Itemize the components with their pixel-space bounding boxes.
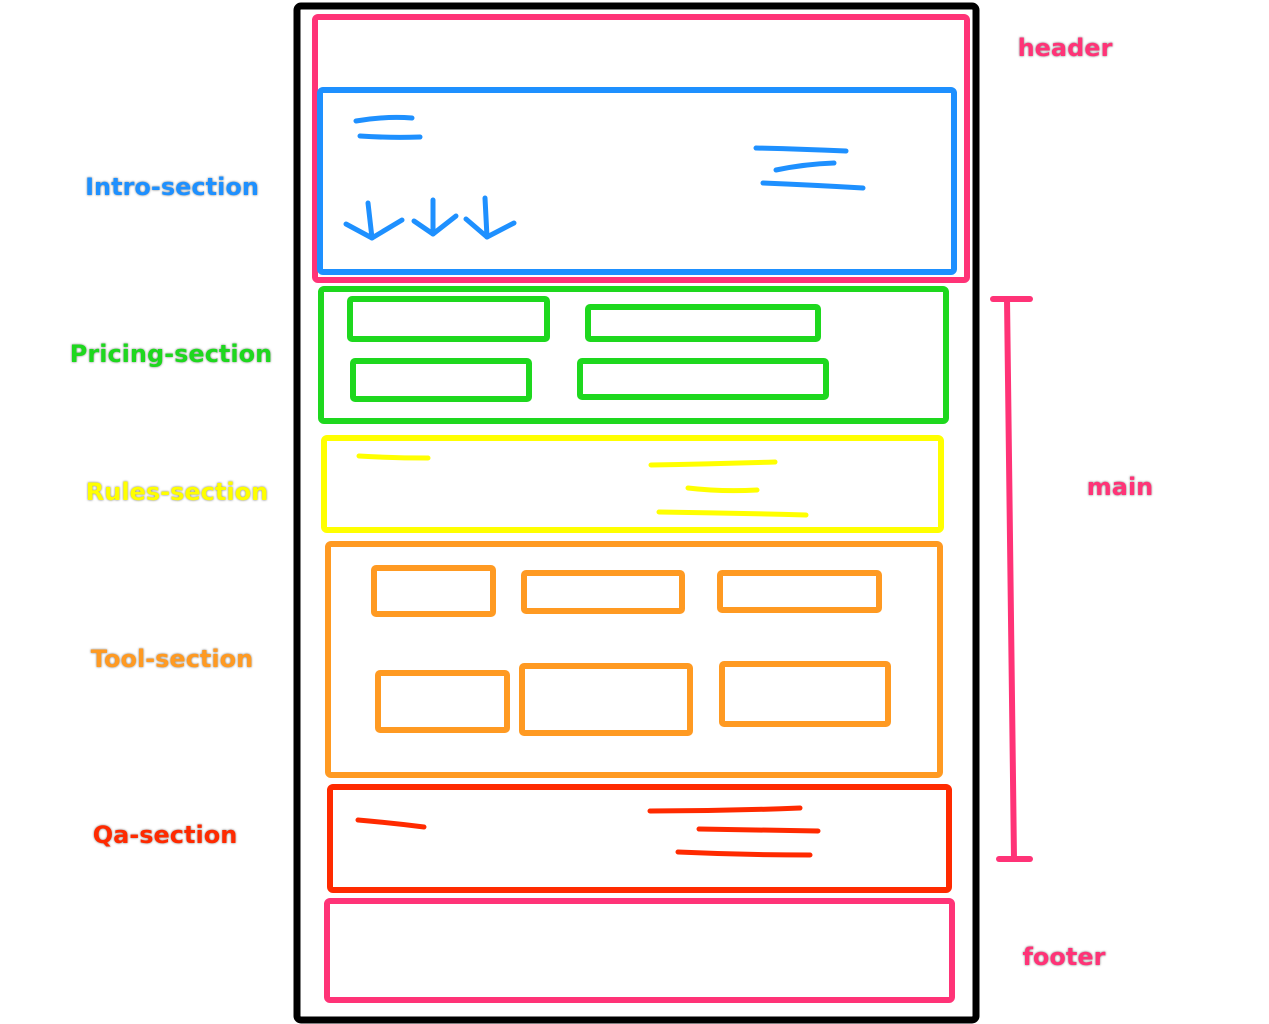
header-group: header: [312, 14, 1113, 283]
qa-text-scribble: [355, 805, 821, 858]
rules-section-box: [321, 435, 944, 533]
main-label: main: [1087, 473, 1154, 501]
page-wireframe-diagram: header Intro-section Pricing-section Rul…: [70, 2, 1154, 1024]
down-arrow-icon: [463, 195, 517, 240]
footer-group: footer: [324, 898, 1106, 1003]
tool-section-box: [325, 541, 943, 778]
tool-card: [375, 670, 510, 733]
tool-card: [717, 570, 882, 613]
qa-section-box: [327, 784, 952, 893]
intro-section-group: Intro-section: [85, 87, 957, 275]
tool-card: [719, 661, 891, 727]
tool-card: [371, 565, 496, 617]
scroll-down-arrow-icons: [343, 195, 517, 241]
intro-text-scribble-right: [753, 145, 866, 191]
header-label: header: [1018, 34, 1113, 62]
tool-section-label: Tool-section: [91, 645, 253, 673]
intro-section-label: Intro-section: [85, 173, 259, 201]
down-arrow-icon: [411, 197, 459, 237]
rules-text-scribble: [356, 453, 809, 518]
pricing-section-group: Pricing-section: [70, 286, 949, 424]
footer-box: [324, 898, 955, 1003]
down-arrow-icon: [343, 200, 405, 241]
qa-section-group: Qa-section: [93, 784, 952, 893]
pricing-card: [350, 358, 532, 402]
tool-section-group: Tool-section: [91, 541, 943, 778]
intro-text-scribble-left: [353, 114, 423, 140]
page-outline: [293, 2, 980, 1024]
pricing-section-label: Pricing-section: [70, 340, 272, 368]
pricing-card: [585, 304, 821, 342]
header-box: [312, 14, 970, 283]
rules-section-label: Rules-section: [86, 478, 268, 506]
main-bracket: [990, 296, 1033, 862]
main-bracket-group: main: [990, 296, 1154, 862]
tool-card: [521, 570, 685, 614]
pricing-card: [577, 358, 829, 400]
intro-section-box: [317, 87, 957, 275]
qa-section-label: Qa-section: [93, 821, 238, 849]
pricing-card: [347, 296, 550, 342]
rules-section-group: Rules-section: [86, 435, 944, 533]
tool-card: [519, 663, 693, 736]
footer-label: footer: [1022, 943, 1105, 971]
